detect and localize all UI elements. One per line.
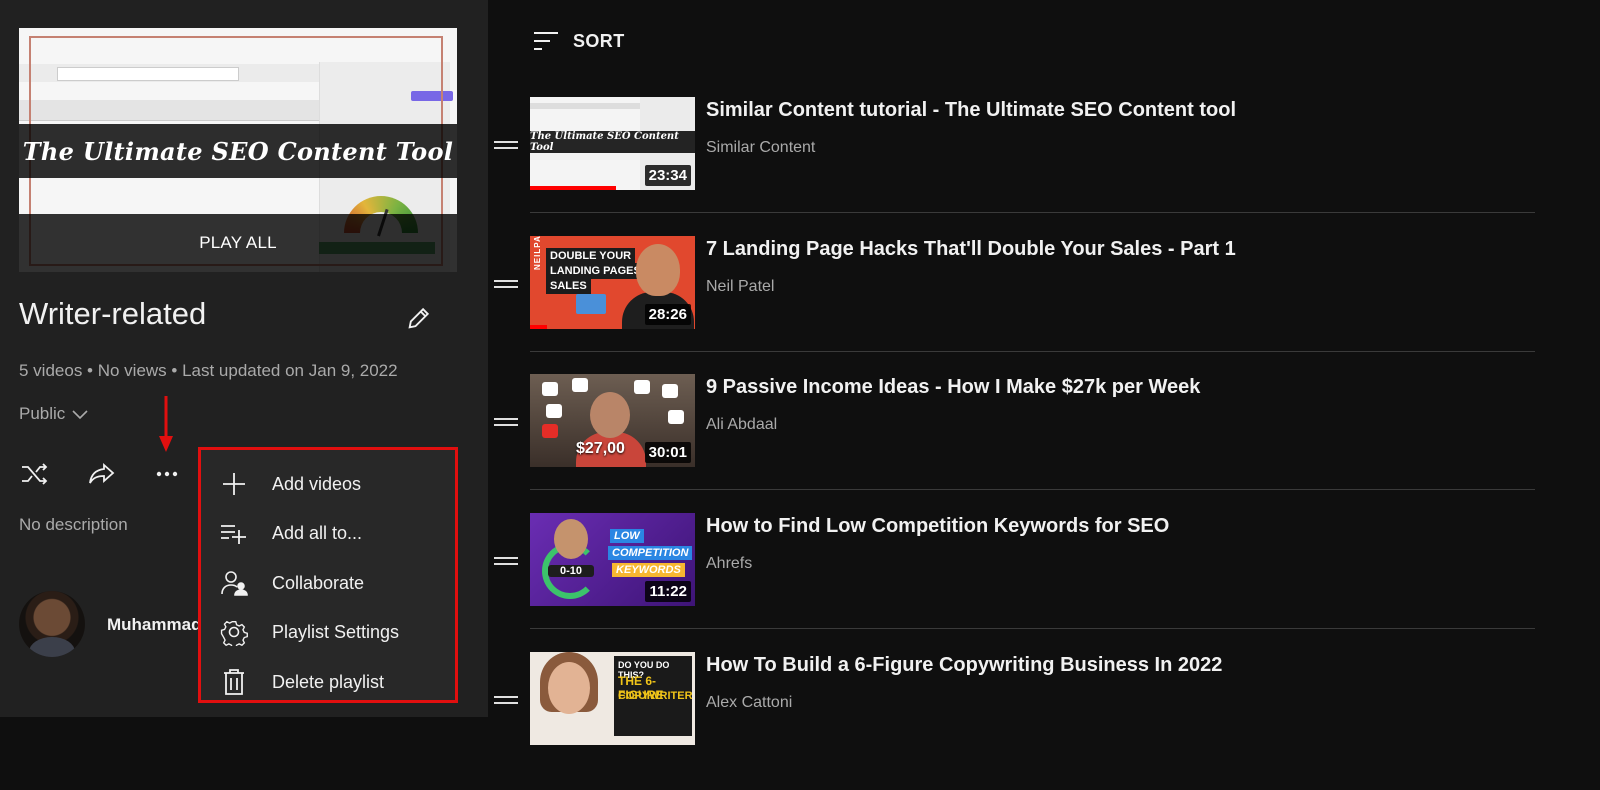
avatar[interactable] [19,591,85,657]
playlist-title: Writer-related [19,296,207,331]
share-icon [89,462,115,484]
video-thumbnail[interactable]: DO YOU DO THIS? THE 6-FIGURE COPYWRITER [530,652,695,745]
channel-name[interactable]: Alex Cattoni [706,694,792,712]
video-duration: 11:22 [645,581,691,602]
video-duration: 23:34 [644,165,691,186]
thumbnail-text: The Ultimate SEO Content Tool [530,131,695,153]
divider [530,351,1535,352]
playlist-meta: 5 videos • No views • Last updated on Ja… [19,361,398,380]
video-thumbnail[interactable]: The Ultimate SEO Content Tool 23:34 [530,97,695,190]
video-thumbnail[interactable]: 0-10 LOW COMPETITION KEYWORDS 11:22 [530,513,695,606]
trash-icon [219,667,249,697]
channel-name[interactable]: Ali Abdaal [706,416,777,434]
playlist-thumbnail[interactable]: The Ultimate SEO Content Tool PLAY ALL [19,28,457,272]
drag-handle-icon[interactable] [494,277,518,291]
video-title[interactable]: Similar Content tutorial - The Ultimate … [706,99,1236,122]
video-thumbnail[interactable]: NEILPATEL DOUBLE YOUR LANDING PAGES SALE… [530,236,695,329]
playlist-actions-menu: Add videos Add all to... Collaborate Pla… [198,447,458,703]
menu-item-label: Collaborate [272,572,365,593]
more-horizontal-icon [156,471,178,477]
sort-button[interactable]: SORT [533,30,625,52]
watch-progress [530,325,547,329]
play-all-button[interactable]: PLAY ALL [19,214,457,272]
menu-item-label: Playlist Settings [272,621,400,642]
channel-name[interactable]: Similar Content [706,139,815,157]
divider [530,628,1535,629]
annotation-arrow [159,396,173,452]
video-row[interactable]: The Ultimate SEO Content Tool 23:34 Simi… [488,97,1535,235]
collaborate-icon [219,568,249,598]
chevron-down-icon [72,410,88,420]
privacy-label: Public [19,404,66,423]
shuffle-icon [22,463,48,485]
divider [530,489,1535,490]
watch-progress [530,186,616,190]
playlist-add-icon [219,518,249,548]
menu-item-add-videos[interactable]: Add videos [201,461,455,507]
sort-label: SORT [573,30,625,51]
pencil-icon[interactable] [405,304,433,332]
thumbnail-title: The Ultimate SEO Content Tool [19,124,457,178]
more-actions-button[interactable] [151,460,183,488]
menu-item-playlist-settings[interactable]: Playlist Settings [201,609,455,655]
video-title[interactable]: How to Find Low Competition Keywords for… [706,515,1169,538]
video-row[interactable]: DO YOU DO THIS? THE 6-FIGURE COPYWRITER … [488,652,1535,790]
menu-item-delete-playlist[interactable]: Delete playlist [201,659,455,705]
video-title[interactable]: How To Build a 6-Figure Copywriting Busi… [706,654,1222,677]
video-thumbnail[interactable]: $27,00 30:01 [530,374,695,467]
menu-item-label: Add videos [272,473,362,494]
video-duration: 30:01 [644,442,691,463]
share-button[interactable] [86,460,118,488]
sort-icon [534,32,558,50]
video-row[interactable]: NEILPATEL DOUBLE YOUR LANDING PAGES SALE… [488,236,1535,374]
menu-item-label: Delete playlist [272,671,385,692]
plus-icon [219,469,249,499]
playlist-description: No description [19,515,128,534]
drag-handle-icon[interactable] [494,693,518,707]
owner-name[interactable]: Muhammad [107,615,201,635]
gear-icon [219,617,249,647]
shuffle-button[interactable] [19,460,51,488]
menu-item-collaborate[interactable]: Collaborate [201,560,455,606]
video-row[interactable]: 0-10 LOW COMPETITION KEYWORDS 11:22 How … [488,513,1535,651]
channel-name[interactable]: Ahrefs [706,555,752,573]
video-title[interactable]: 9 Passive Income Ideas - How I Make $27k… [706,376,1200,399]
privacy-dropdown[interactable]: Public [19,404,89,424]
video-duration: 28:26 [644,304,691,325]
video-title[interactable]: 7 Landing Page Hacks That'll Double Your… [706,238,1236,261]
menu-item-add-all-to[interactable]: Add all to... [201,510,455,556]
video-row[interactable]: $27,00 30:01 9 Passive Income Ideas - Ho… [488,374,1535,512]
drag-handle-icon[interactable] [494,138,518,152]
thumbnail-text: $27,00 [576,440,625,457]
divider [530,212,1535,213]
channel-name[interactable]: Neil Patel [706,278,774,296]
drag-handle-icon[interactable] [494,554,518,568]
drag-handle-icon[interactable] [494,415,518,429]
menu-item-label: Add all to... [272,522,363,543]
